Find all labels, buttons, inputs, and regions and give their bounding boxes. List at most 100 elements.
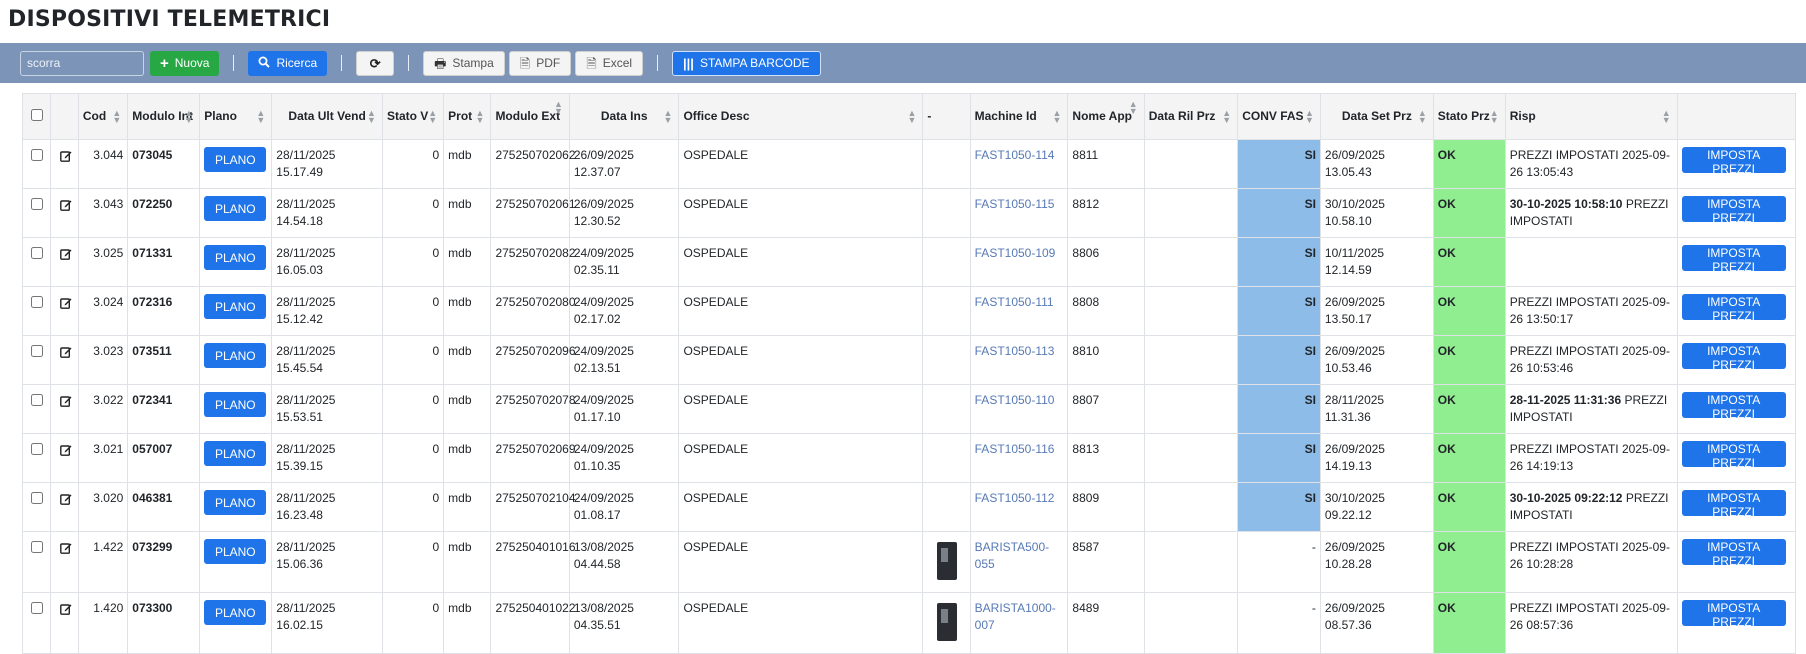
table-row[interactable]: 3.044 073045 PLANO 28/11/2025 15.17.49 0 mdb 2…	[22, 139, 1797, 189]
plano-button[interactable]: PLANO	[204, 539, 267, 564]
header-conv-fas[interactable]: CONV FAS ▲ ▼	[1237, 93, 1321, 140]
cell-machine-id[interactable]: FAST1050-113	[969, 335, 1069, 385]
sort-icon[interactable]: ▲ ▼	[367, 108, 376, 124]
edit-icon[interactable]	[60, 248, 72, 265]
imposta-prezzi-button[interactable]: IMPOSTA PREZZI	[1681, 392, 1786, 421]
search-input[interactable]	[20, 50, 144, 76]
table-row[interactable]: 3.022 072341 PLANO 28/11/2025 15.53.51 0 mdb 2…	[22, 384, 1797, 434]
plano-button[interactable]: PLANO	[204, 392, 267, 417]
cell-machine-id[interactable]: FAST1050-114	[969, 139, 1069, 189]
header-modulo-int[interactable]: Modulo Int ▲ ▼	[127, 93, 201, 140]
imposta-prezzi-button[interactable]: IMPOSTA PREZZI	[1681, 294, 1786, 323]
refresh-button[interactable]: ⟳	[356, 50, 395, 76]
cell-machine-id[interactable]: FAST1050-116	[969, 433, 1069, 483]
header-prot[interactable]: Prot ▲ ▼	[443, 93, 492, 140]
edit-icon[interactable]	[60, 346, 72, 363]
sort-icon[interactable]: ▲ ▼	[664, 108, 673, 124]
ricerca-button[interactable]: Ricerca	[248, 50, 328, 76]
header-machine-id[interactable]: Machine Id ▲ ▼	[969, 93, 1069, 140]
sort-icon[interactable]: ▲ ▼	[554, 100, 563, 116]
row-checkbox[interactable]	[31, 198, 43, 210]
imposta-prezzi-button[interactable]: IMPOSTA PREZZI	[1681, 343, 1786, 372]
header-data-ril-prz[interactable]: Data Ril Prz ▲ ▼	[1143, 93, 1239, 140]
row-checkbox[interactable]	[31, 345, 43, 357]
sort-icon[interactable]: ▲ ▼	[476, 108, 485, 124]
cell-machine-id[interactable]: BARISTA500-055	[969, 531, 1069, 593]
cell-machine-id[interactable]: FAST1050-110	[969, 384, 1069, 434]
sort-icon[interactable]: ▲ ▼	[1053, 108, 1062, 124]
header-plano[interactable]: Plano ▲ ▼	[199, 93, 273, 140]
plano-button[interactable]: PLANO	[204, 245, 267, 270]
sort-icon[interactable]: ▲ ▼	[112, 108, 121, 124]
header-data-ins[interactable]: Data Ins ▲ ▼	[568, 93, 680, 140]
table-row[interactable]: 1.422 073299 PLANO 28/11/2025 15.06.36 0 mdb 2…	[22, 531, 1797, 593]
row-checkbox[interactable]	[31, 492, 43, 504]
header-risp[interactable]: Risp ▲ ▼	[1504, 93, 1678, 140]
edit-icon[interactable]	[60, 493, 72, 510]
select-all-checkbox[interactable]	[31, 109, 43, 121]
imposta-prezzi-button[interactable]: IMPOSTA PREZZI	[1681, 147, 1786, 176]
imposta-prezzi-button[interactable]: IMPOSTA PREZZI	[1681, 441, 1786, 470]
stampa-barcode-button[interactable]: ||| STAMPA BARCODE	[672, 50, 821, 76]
header-cod[interactable]: Cod ▲ ▼	[77, 93, 129, 140]
header-stato-v[interactable]: Stato V ▲ ▼	[381, 93, 445, 140]
imposta-prezzi-button[interactable]: IMPOSTA PREZZI	[1681, 196, 1786, 225]
header-office-desc[interactable]: Office Desc ▲ ▼	[678, 93, 924, 140]
edit-icon[interactable]	[60, 542, 72, 559]
imposta-prezzi-button[interactable]: IMPOSTA PREZZI	[1681, 245, 1786, 274]
sort-icon[interactable]: ▲ ▼	[256, 108, 265, 124]
pdf-button[interactable]: 🗎 PDF	[508, 50, 572, 76]
table-row[interactable]: 3.023 073511 PLANO 28/11/2025 15.45.54 0 mdb 2…	[22, 335, 1797, 385]
plano-button[interactable]: PLANO	[204, 441, 267, 466]
header-nome-app[interactable]: Nome App ▲ ▼	[1067, 93, 1145, 140]
sort-icon[interactable]: ▲ ▼	[1490, 108, 1499, 124]
sort-icon[interactable]: ▲ ▼	[428, 108, 437, 124]
header-stato-prz[interactable]: Stato Prz ▲ ▼	[1432, 93, 1506, 140]
sort-icon[interactable]: ▲ ▼	[1418, 108, 1427, 124]
sort-icon[interactable]: ▲ ▼	[1129, 100, 1138, 116]
stampa-button[interactable]: 🖶 Stampa	[423, 50, 505, 76]
sort-icon[interactable]: ▲ ▼	[1222, 108, 1231, 124]
edit-icon[interactable]	[60, 395, 72, 412]
plano-button[interactable]: PLANO	[204, 196, 267, 221]
sort-icon[interactable]: ▲ ▼	[184, 108, 193, 124]
imposta-prezzi-button[interactable]: IMPOSTA PREZZI	[1681, 490, 1786, 519]
edit-icon[interactable]	[60, 444, 72, 461]
row-checkbox[interactable]	[31, 541, 43, 553]
row-checkbox[interactable]	[31, 394, 43, 406]
table-row[interactable]: 3.043 072250 PLANO 28/11/2025 14.54.18 0 mdb 2…	[22, 188, 1797, 238]
table-row[interactable]: 3.021 057007 PLANO 28/11/2025 15.39.15 0 mdb 2…	[22, 433, 1797, 483]
edit-icon[interactable]	[60, 199, 72, 216]
plano-button[interactable]: PLANO	[204, 600, 267, 625]
row-checkbox[interactable]	[31, 443, 43, 455]
table-row[interactable]: 3.025 071331 PLANO 28/11/2025 16.05.03 0 mdb 2…	[22, 237, 1797, 287]
imposta-prezzi-button[interactable]: IMPOSTA PREZZI	[1681, 600, 1786, 629]
row-checkbox[interactable]	[31, 247, 43, 259]
sort-icon[interactable]: ▲ ▼	[1662, 108, 1671, 124]
nuova-button[interactable]: + Nuova	[150, 50, 220, 76]
header-data-ult-vend[interactable]: Data Ult Vend ▲ ▼	[271, 93, 383, 140]
table-row[interactable]: 3.024 072316 PLANO 28/11/2025 15.12.42 0 mdb 2…	[22, 286, 1797, 336]
edit-icon[interactable]	[60, 603, 72, 620]
edit-icon[interactable]	[60, 150, 72, 167]
cell-machine-id[interactable]: FAST1050-115	[969, 188, 1069, 238]
excel-button[interactable]: 🗎 Excel	[575, 50, 644, 76]
plano-button[interactable]: PLANO	[204, 343, 267, 368]
cell-machine-id[interactable]: FAST1050-111	[969, 286, 1069, 336]
imposta-prezzi-button[interactable]: IMPOSTA PREZZI	[1681, 539, 1786, 568]
cell-machine-id[interactable]: FAST1050-109	[969, 237, 1069, 287]
plano-button[interactable]: PLANO	[204, 147, 267, 172]
cell-machine-id[interactable]: FAST1050-112	[969, 482, 1069, 532]
plano-button[interactable]: PLANO	[204, 294, 267, 319]
table-row[interactable]: 1.420 073300 PLANO 28/11/2025 16.02.15 0 mdb 2…	[22, 592, 1797, 654]
edit-icon[interactable]	[60, 297, 72, 314]
row-checkbox[interactable]	[31, 149, 43, 161]
header-modulo-ext[interactable]: Modulo Ext ▲ ▼	[490, 93, 570, 140]
plano-button[interactable]: PLANO	[204, 490, 267, 515]
sort-icon[interactable]: ▲ ▼	[907, 108, 916, 124]
row-checkbox[interactable]	[31, 296, 43, 308]
sort-icon[interactable]: ▲ ▼	[1305, 108, 1314, 124]
table-row[interactable]: 3.020 046381 PLANO 28/11/2025 16.23.48 0 mdb 2…	[22, 482, 1797, 532]
cell-machine-id[interactable]: BARISTA1000-007	[969, 592, 1069, 654]
header-data-set-prz[interactable]: Data Set Prz ▲ ▼	[1319, 93, 1434, 140]
